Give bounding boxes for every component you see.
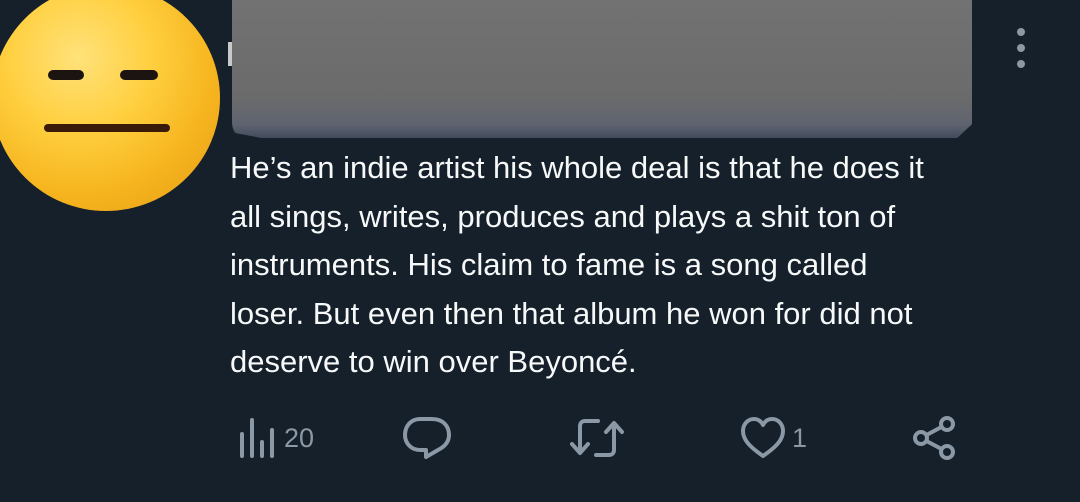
media-edge [228, 42, 232, 66]
like-button[interactable]: 1 [740, 410, 807, 466]
tweet-text: He’s an indie artist his whole deal is t… [230, 150, 924, 379]
like-count: 1 [792, 422, 808, 453]
heart-icon [741, 417, 785, 458]
share-icon [913, 416, 955, 460]
more-dot [1017, 28, 1025, 36]
views-icon [240, 418, 274, 458]
views-button[interactable]: 20 [238, 410, 314, 466]
quoted-media[interactable] [232, 0, 972, 138]
more-dot [1017, 60, 1025, 68]
avatar-mouth [44, 124, 170, 132]
more-options-icon[interactable] [1010, 28, 1032, 68]
avatar-right-eye [120, 70, 158, 80]
tweet-actions: 20 1 [0, 410, 1080, 470]
reply-button[interactable] [402, 410, 452, 466]
reply-icon [403, 417, 451, 459]
retweet-icon [570, 419, 624, 457]
views-count: 20 [284, 422, 315, 453]
avatar-left-eye [48, 70, 84, 80]
retweet-button[interactable] [568, 410, 626, 466]
avatar[interactable] [0, 0, 220, 211]
more-dot [1017, 44, 1025, 52]
share-button[interactable] [912, 410, 958, 466]
